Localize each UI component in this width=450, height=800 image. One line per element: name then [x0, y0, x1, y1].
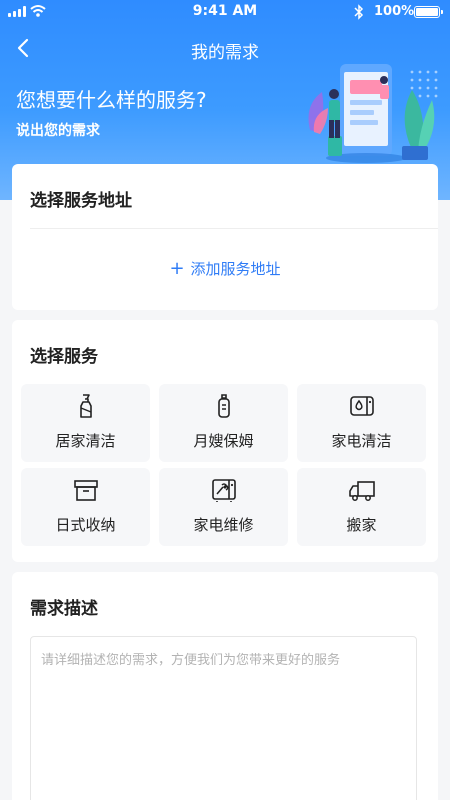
- services-section-title: 选择服务: [30, 347, 98, 367]
- service-selection-card: 选择服务 居家清洁 月嫂保姆 家电清洁 日式收纳 家电维修 搬家: [12, 320, 438, 562]
- service-label: 日式收纳: [55, 516, 116, 534]
- appliance-repair-icon: [212, 479, 236, 502]
- add-address-label: 添加服务地址: [190, 260, 281, 278]
- service-address-card: 选择服务地址 + 添加服务地址: [12, 164, 438, 310]
- description-section-title: 需求描述: [30, 599, 98, 619]
- baby-bottle-icon: [218, 394, 230, 418]
- service-label: 家电维修: [193, 516, 254, 534]
- service-label: 搬家: [346, 516, 377, 534]
- spray-bottle-icon: [80, 394, 92, 418]
- moving-truck-icon: [349, 481, 375, 501]
- service-home-cleaning[interactable]: 居家清洁: [21, 384, 150, 462]
- service-moving[interactable]: 搬家: [297, 468, 426, 546]
- add-address-button[interactable]: + 添加服务地址: [12, 258, 438, 279]
- divider: [30, 228, 438, 229]
- storage-box-icon: [74, 480, 98, 501]
- service-japanese-storage[interactable]: 日式收纳: [21, 468, 150, 546]
- status-bar: 9:41 AM 100%: [0, 0, 450, 24]
- service-grid: 居家清洁 月嫂保姆 家电清洁 日式收纳 家电维修 搬家: [21, 384, 426, 546]
- battery-icon: [414, 6, 443, 18]
- description-input[interactable]: [30, 636, 417, 800]
- hero-subline: 说出您的需求: [16, 123, 100, 139]
- washing-machine-icon: [350, 396, 374, 416]
- service-appliance-cleaning[interactable]: 家电清洁: [297, 384, 426, 462]
- service-label: 家电清洁: [331, 432, 392, 450]
- plus-icon: +: [169, 258, 185, 279]
- hero-headline: 您想要什么样的服务?: [16, 88, 207, 112]
- service-label: 居家清洁: [55, 432, 116, 450]
- address-section-title: 选择服务地址: [30, 191, 132, 211]
- service-illustration: [308, 64, 438, 163]
- service-label: 月嫂保姆: [193, 432, 254, 450]
- bluetooth-icon: [354, 4, 364, 20]
- requirement-description-card: 需求描述: [12, 572, 438, 800]
- service-appliance-repair[interactable]: 家电维修: [159, 468, 288, 546]
- service-nanny[interactable]: 月嫂保姆: [159, 384, 288, 462]
- battery-percent: 100%: [374, 4, 415, 19]
